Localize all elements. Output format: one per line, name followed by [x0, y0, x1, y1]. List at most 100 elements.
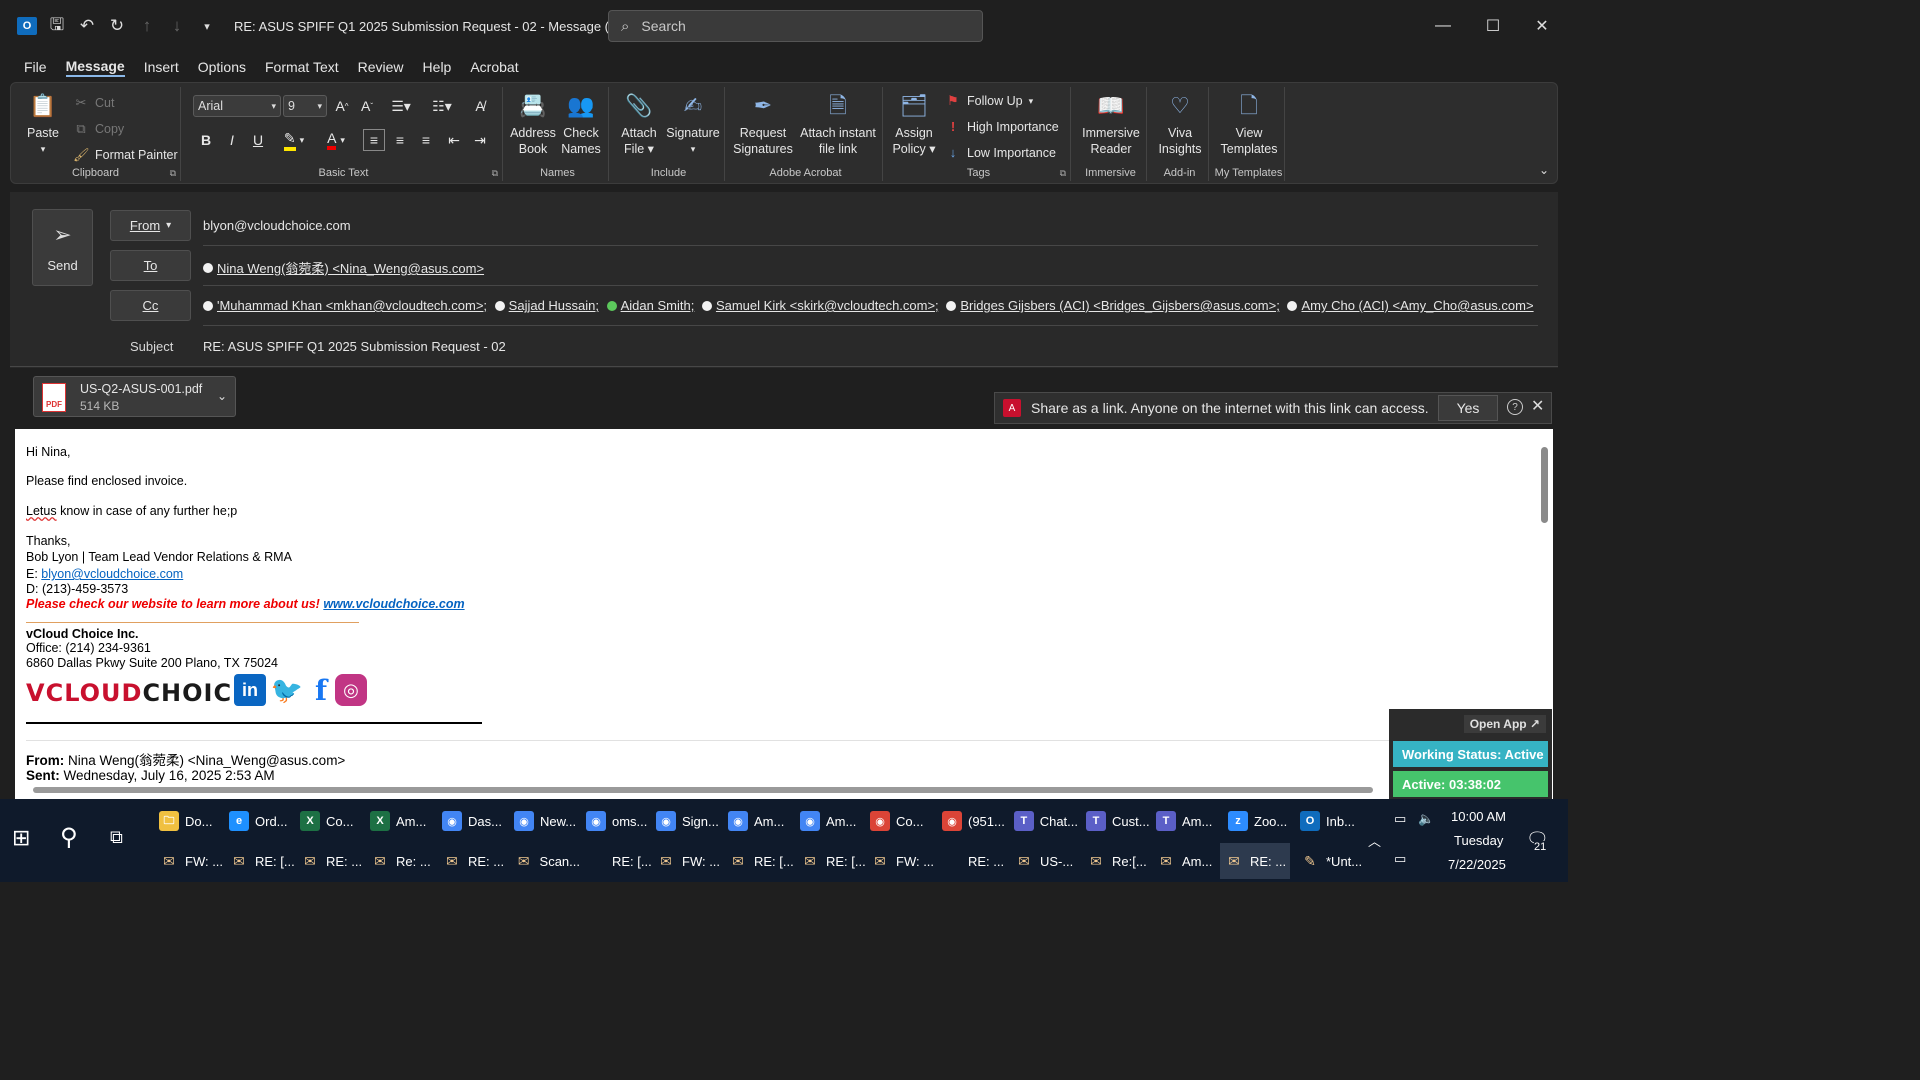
cc-button[interactable]: Cc	[110, 290, 191, 321]
shrink-font-icon[interactable]: Aˇ	[356, 95, 378, 117]
tab-options[interactable]: Options	[198, 59, 246, 75]
format-painter-button[interactable]: 🖌 Format Painter	[73, 147, 178, 163]
taskbar-window-button[interactable]: ✉ Re:[...	[1082, 843, 1152, 879]
font-name-dropdown[interactable]: Arial ▾	[193, 95, 281, 117]
align-center-icon[interactable]: ≡	[389, 129, 411, 151]
recipient[interactable]: Aidan Smith;	[606, 298, 694, 313]
view-templates-button[interactable]: 🗋 View Templates	[1215, 91, 1283, 157]
attach-instant-link-button[interactable]: 🗎 Attach instant file link	[795, 91, 881, 157]
task-view-icon[interactable]: ⧉	[110, 827, 123, 848]
recipient[interactable]: Bridges Gijsbers (ACI) <Bridges_Gijsbers…	[946, 298, 1280, 313]
follow-up-button[interactable]: ⚑ Follow Up ▾	[945, 93, 1033, 109]
search-box[interactable]: ⌕ Search	[608, 10, 983, 42]
taskbar-window-button[interactable]: ✉ RE: ...	[438, 843, 508, 879]
cut-button[interactable]: ✂ Cut	[73, 95, 115, 111]
attach-file-button[interactable]: 📎 Attach File ▾	[615, 91, 663, 157]
recipient[interactable]: Amy Cho (ACI) <Amy_Cho@asus.com>	[1287, 298, 1534, 313]
taskbar-app-button[interactable]: ◉ oms...	[582, 803, 650, 839]
low-importance-button[interactable]: ↓ Low Importance	[945, 145, 1056, 160]
taskbar-window-button[interactable]: ✉ FW: ...	[866, 843, 936, 879]
attachment-card[interactable]: PDF US-Q2-ASUS-001.pdf 514 KB ⌄	[33, 376, 236, 417]
highlight-icon[interactable]: ✎ ▾	[277, 129, 311, 151]
customize-toolbar-icon[interactable]: ▾	[194, 13, 220, 39]
high-importance-button[interactable]: ! High Importance	[945, 119, 1059, 134]
taskbar-app-button[interactable]: e Ord...	[225, 803, 293, 839]
send-button[interactable]: ➢ Send	[32, 209, 93, 286]
italic-icon[interactable]: I	[221, 129, 243, 151]
chevron-down-icon[interactable]: ⌄	[217, 389, 227, 403]
taskbar-app-button[interactable]: ◉ Sign...	[652, 803, 720, 839]
windows-start-icon[interactable]: ⊞	[12, 825, 30, 851]
taskbar-app-button[interactable]: T Chat...	[1010, 803, 1078, 839]
bold-icon[interactable]: B	[195, 129, 217, 151]
taskbar-window-button[interactable]: ✉ RE: ...	[296, 843, 366, 879]
grow-font-icon[interactable]: A ^	[331, 95, 353, 117]
taskbar-window-button[interactable]: ✉ Scan...	[510, 843, 580, 879]
bullets-icon[interactable]: ☰▾	[385, 95, 417, 117]
recipient[interactable]: 'Muhammad Khan <mkhan@vcloudtech.com>;	[203, 298, 487, 313]
taskbar-window-button[interactable]: ✉ RE: ...	[1220, 843, 1290, 879]
close-button[interactable]: ✕	[1527, 12, 1557, 40]
tab-acrobat[interactable]: Acrobat	[470, 59, 518, 75]
recipient[interactable]: Samuel Kirk <skirk@vcloudtech.com>;	[701, 298, 939, 313]
taskbar-app-button[interactable]: ◉ Am...	[724, 803, 792, 839]
desktop-icon[interactable]: ▭	[1394, 851, 1406, 867]
taskbar-window-button[interactable]: RE: [...	[582, 843, 652, 879]
misspelled-word[interactable]: Letus	[26, 504, 57, 518]
align-left-icon[interactable]: ≡	[363, 129, 385, 151]
copy-button[interactable]: ⧉ Copy	[73, 121, 124, 137]
taskbar-window-button[interactable]: ✉ FW: ...	[155, 843, 225, 879]
instagram-icon[interactable]: ◎	[335, 674, 367, 706]
tab-help[interactable]: Help	[423, 59, 452, 75]
previous-item-icon[interactable]: ↑	[134, 13, 160, 39]
taskbar-app-button[interactable]: ◉ Co...	[866, 803, 934, 839]
request-signatures-button[interactable]: ✒ Request Signatures	[731, 91, 795, 157]
tab-review[interactable]: Review	[358, 59, 404, 75]
chevron-up-icon[interactable]: ︿	[1368, 831, 1381, 850]
search-icon[interactable]: ⚲	[60, 823, 78, 852]
paste-button[interactable]: 📋 Paste ▾	[19, 91, 67, 157]
minimize-button[interactable]: —	[1428, 12, 1458, 40]
taskbar-app-button[interactable]: ◉ Das...	[438, 803, 506, 839]
decrease-indent-icon[interactable]: ⇤	[443, 129, 465, 151]
close-icon[interactable]: ✕	[1531, 396, 1544, 416]
clock-time[interactable]: 10:00 AM	[1451, 809, 1506, 824]
tab-file[interactable]: File	[24, 59, 47, 75]
working-status-badge[interactable]: Working Status: Active	[1393, 741, 1548, 767]
taskbar-window-button[interactable]: ✉ US-...	[1010, 843, 1080, 879]
facebook-icon[interactable]: f	[305, 674, 337, 707]
from-button[interactable]: From ▾	[110, 210, 191, 241]
next-item-icon[interactable]: ↓	[164, 13, 190, 39]
taskbar-app-button[interactable]: X Co...	[296, 803, 364, 839]
taskbar-window-button[interactable]: ✉ Am...	[1152, 843, 1222, 879]
signature-button[interactable]: ✍ Signature ▾	[663, 91, 723, 157]
taskbar-app-button[interactable]: X Am...	[366, 803, 434, 839]
to-button[interactable]: To	[110, 250, 191, 281]
immersive-reader-button[interactable]: 📖 Immersive Reader	[1077, 91, 1145, 157]
increase-indent-icon[interactable]: ⇥	[469, 129, 491, 151]
assign-policy-button[interactable]: 🗂 Assign Policy ▾	[889, 91, 939, 157]
font-size-dropdown[interactable]: 9 ▾	[283, 95, 327, 117]
taskbar-window-button[interactable]: ✉ FW: ...	[652, 843, 722, 879]
scroll-thumb[interactable]	[1541, 447, 1548, 523]
numbering-icon[interactable]: ☷▾	[426, 95, 458, 117]
scroll-thumb[interactable]	[33, 787, 1373, 793]
taskbar-app-button[interactable]: T Am...	[1152, 803, 1220, 839]
undo-icon[interactable]: ↶	[74, 13, 100, 39]
taskbar-app-button[interactable]: z Zoo...	[1224, 803, 1292, 839]
cc-field[interactable]: 'Muhammad Khan <mkhan@vcloudtech.com>; S…	[203, 298, 1538, 314]
share-yes-button[interactable]: Yes	[1438, 395, 1498, 421]
tab-insert[interactable]: Insert	[144, 59, 179, 75]
save-icon[interactable]: 🖫	[44, 13, 70, 39]
taskbar-app-button[interactable]: ◉ New...	[510, 803, 578, 839]
recipient[interactable]: Nina Weng(翁菀柔) <Nina_Weng@asus.com>	[203, 258, 484, 277]
recipient[interactable]: Sajjad Hussain;	[494, 298, 599, 313]
battery-icon[interactable]: ▭	[1394, 811, 1406, 827]
email-link[interactable]: blyon@vcloudchoice.com	[41, 567, 183, 581]
collapse-ribbon-icon[interactable]: ⌄	[1539, 163, 1549, 177]
taskbar-window-button[interactable]: ✉ Re: ...	[366, 843, 436, 879]
open-app-button[interactable]: Open App ↗	[1463, 715, 1546, 733]
taskbar-app-button[interactable]: O Inb...	[1296, 803, 1364, 839]
subject-field[interactable]: RE: ASUS SPIFF Q1 2025 Submission Reques…	[203, 339, 506, 354]
to-field[interactable]: Nina Weng(翁菀柔) <Nina_Weng@asus.com>	[203, 258, 488, 277]
